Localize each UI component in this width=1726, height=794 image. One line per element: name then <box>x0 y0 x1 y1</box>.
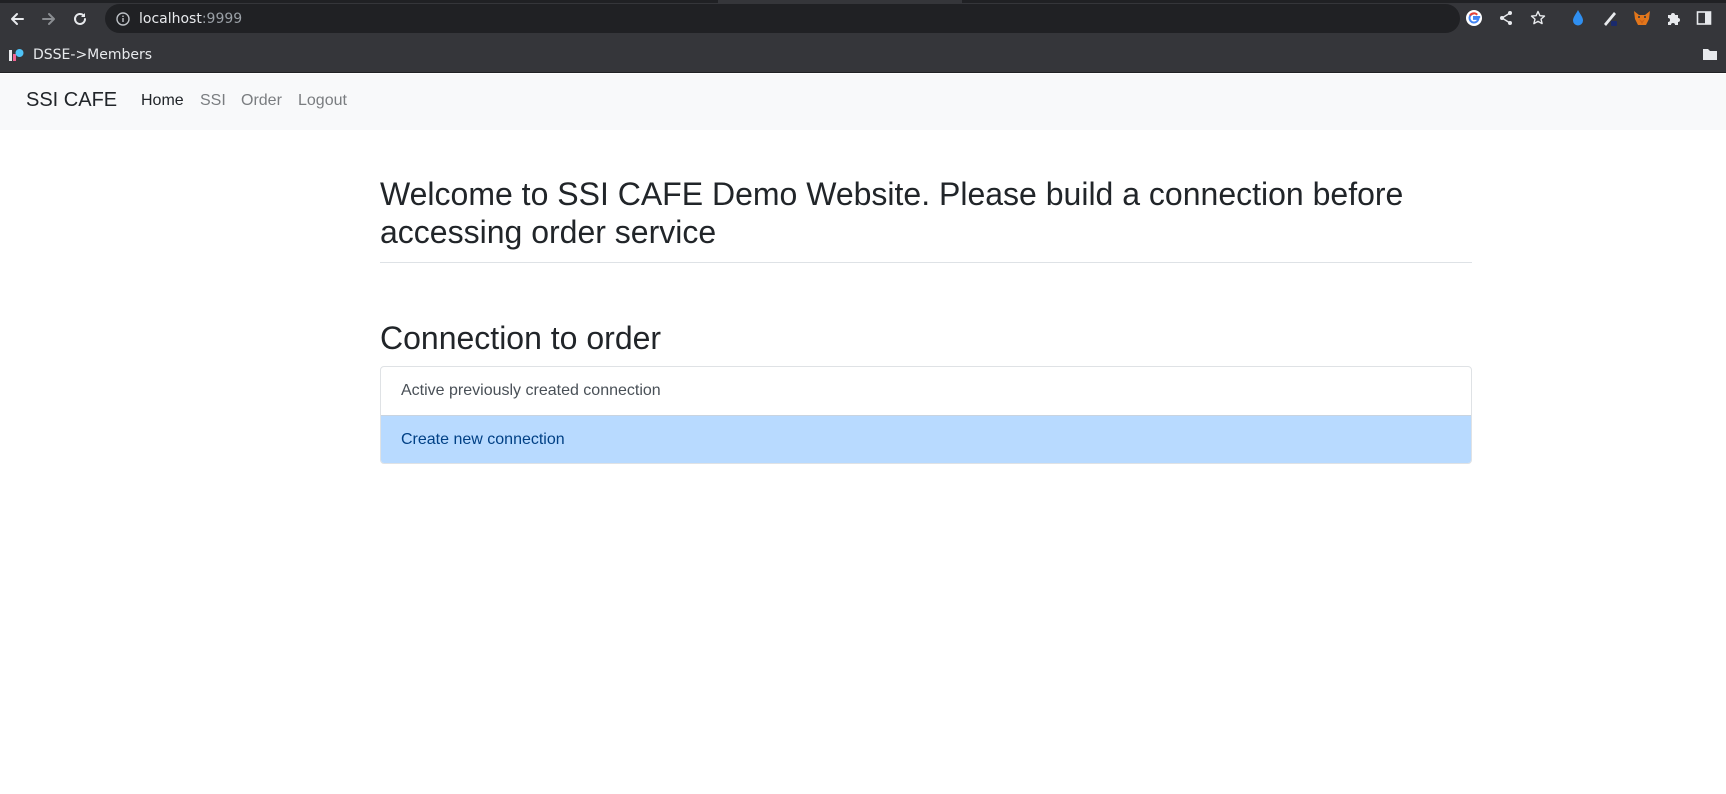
arrow-right-icon <box>42 13 55 25</box>
forward-button[interactable] <box>35 5 63 33</box>
bookmark-dsse-members[interactable]: DSSE->Members <box>8 45 152 65</box>
bookmark-label: DSSE->Members <box>33 47 153 63</box>
share-icon[interactable] <box>1496 8 1516 28</box>
fox-icon[interactable] <box>1632 8 1652 28</box>
folder-icon[interactable] <box>1702 47 1718 61</box>
welcome-heading: Welcome to SSI CAFE Demo Website. Please… <box>380 175 1472 263</box>
pen-icon[interactable] <box>1600 8 1620 28</box>
brand-link[interactable]: SSI CAFE <box>26 89 117 112</box>
connection-options: Active previously created connection Cre… <box>380 366 1472 464</box>
url-host: localhost <box>139 10 202 27</box>
nav-link-order[interactable]: Order <box>241 92 282 110</box>
nav-link-ssi[interactable]: SSI <box>200 92 226 110</box>
create-new-connection-option[interactable]: Create new connection <box>381 415 1471 463</box>
site-navbar: SSI CAFE Home SSI Order Logout <box>0 74 1726 130</box>
main-content: Welcome to SSI CAFE Demo Website. Please… <box>380 130 1472 464</box>
nav-link-home[interactable]: Home <box>141 92 184 110</box>
arrow-left-icon <box>11 13 24 25</box>
url-port: :9999 <box>201 10 243 27</box>
water-drop-icon[interactable] <box>1568 8 1588 28</box>
google-icon[interactable] <box>1464 8 1484 28</box>
puzzle-icon[interactable] <box>1664 8 1684 28</box>
side-panel-icon[interactable] <box>1694 8 1714 28</box>
star-icon[interactable] <box>1528 8 1548 28</box>
bookmarks-bar: DSSE->Members <box>0 37 1726 73</box>
info-icon[interactable] <box>115 11 131 27</box>
reload-icon <box>74 12 86 25</box>
bookmark-favicon-icon <box>9 49 24 61</box>
reload-button[interactable] <box>66 5 94 33</box>
back-button[interactable] <box>3 5 31 33</box>
tab-strip-edge <box>0 0 718 3</box>
active-previous-connection-option[interactable]: Active previously created connection <box>381 367 1471 415</box>
connection-heading: Connection to order <box>380 320 662 356</box>
address-bar[interactable]: localhost:9999 <box>105 4 1460 33</box>
browser-toolbar: localhost:9999 <box>0 0 1726 37</box>
nav-link-logout[interactable]: Logout <box>298 92 347 110</box>
tab-strip-edge <box>962 0 1726 3</box>
